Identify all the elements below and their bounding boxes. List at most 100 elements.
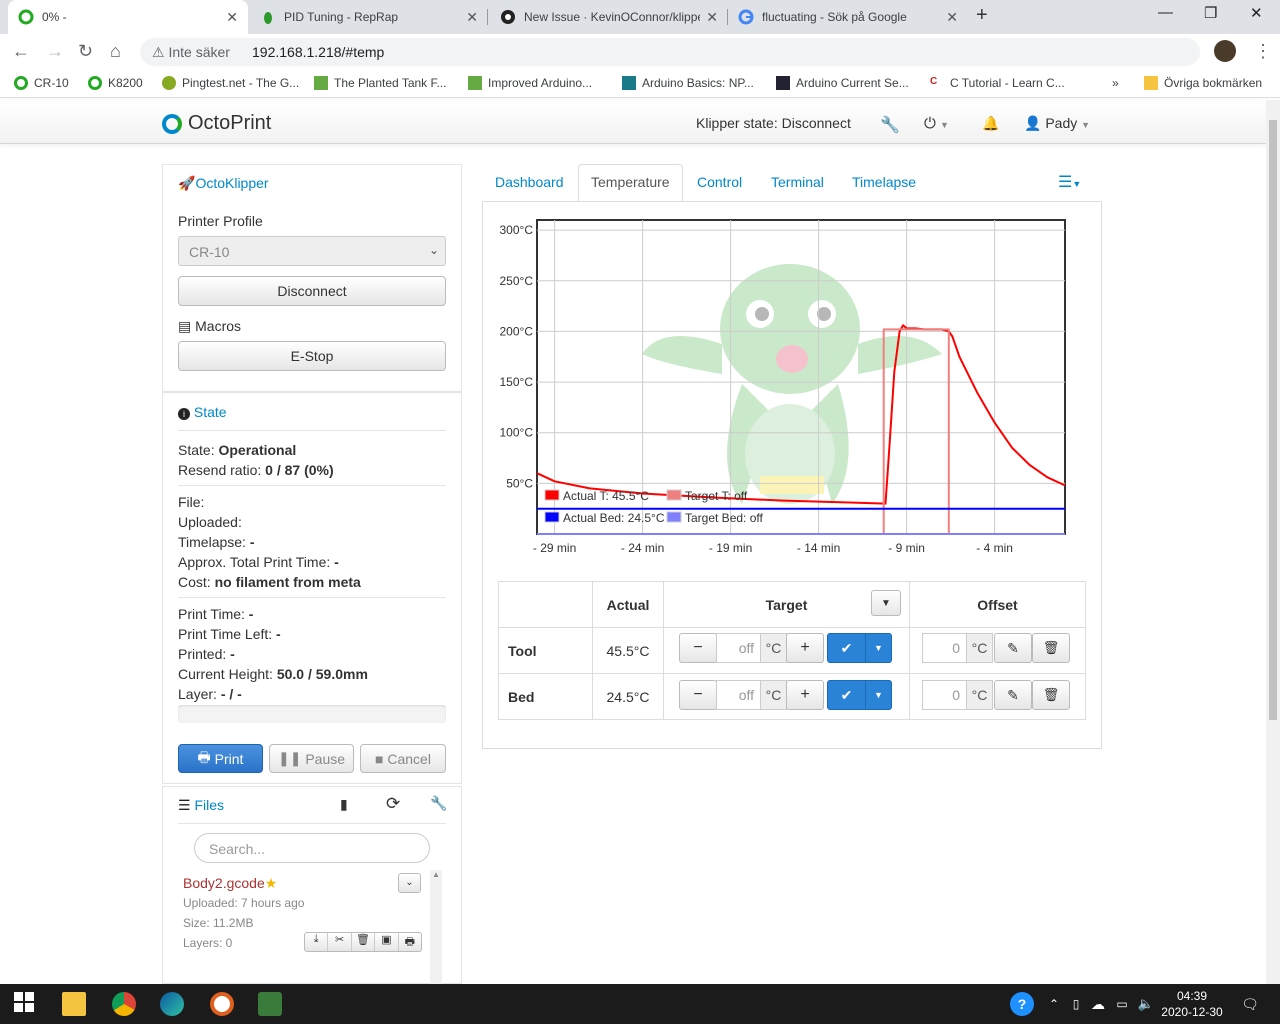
klipper-state[interactable]: Klipper state: Disconnect bbox=[696, 115, 851, 131]
bed-decrement-button[interactable]: − bbox=[679, 680, 717, 710]
network-icon[interactable]: ▭ bbox=[1110, 992, 1134, 1016]
close-icon[interactable]: ✕ bbox=[466, 9, 478, 26]
scrollbar-thumb[interactable] bbox=[1269, 120, 1277, 720]
bookmark-item[interactable]: The Planted Tank F... bbox=[314, 76, 447, 90]
bed-set-button[interactable]: ✔ bbox=[827, 680, 866, 710]
octoklipper-header[interactable]: 🚀OctoKlipper bbox=[178, 175, 269, 192]
brand-link[interactable]: OctoPrint bbox=[162, 112, 271, 135]
close-icon[interactable]: ✕ bbox=[946, 9, 958, 26]
other-bookmarks[interactable]: Övriga bokmärken bbox=[1144, 76, 1262, 90]
button-label: Pause bbox=[305, 750, 346, 767]
chrome-icon[interactable] bbox=[112, 992, 136, 1016]
trash-icon[interactable]: 🗑 bbox=[352, 933, 376, 951]
file-list-scrollbar[interactable]: ▲ bbox=[430, 870, 442, 984]
more-bookmarks-button[interactable]: » bbox=[1112, 76, 1119, 90]
close-icon[interactable]: ✕ bbox=[226, 9, 238, 26]
bell-icon[interactable]: 🔔 bbox=[982, 115, 999, 132]
reload-icon[interactable]: ↻ bbox=[78, 41, 93, 62]
power-menu[interactable]: ⏻ ▼ bbox=[924, 115, 949, 132]
download-icon[interactable]: ⤓ bbox=[305, 933, 329, 951]
wrench-icon[interactable]: 🔧 bbox=[430, 795, 447, 812]
bookmark-item[interactable]: CR-10 bbox=[14, 76, 69, 90]
files-header[interactable]: ☰ Files bbox=[178, 797, 224, 814]
back-icon[interactable]: ← bbox=[12, 41, 30, 62]
target-dropdown-button[interactable]: ▼ bbox=[871, 590, 901, 616]
tool-increment-button[interactable]: + bbox=[786, 633, 824, 663]
bookmark-item[interactable]: Improved Arduino... bbox=[468, 76, 592, 90]
file-menu-toggle[interactable]: ⌄ bbox=[398, 873, 421, 893]
tray-chevron-icon[interactable]: ⌃ bbox=[1042, 992, 1066, 1016]
tool-preset-dropdown[interactable]: ▼ bbox=[865, 633, 892, 663]
tab-timelapse[interactable]: Timelapse bbox=[852, 174, 916, 190]
forward-icon[interactable]: → bbox=[46, 41, 64, 62]
state-header[interactable]: i State bbox=[178, 404, 227, 420]
disconnect-button[interactable]: Disconnect bbox=[178, 276, 446, 306]
print-icon[interactable]: 🖶 bbox=[399, 933, 421, 951]
tab-terminal[interactable]: Terminal bbox=[771, 174, 824, 190]
tool-target-unit: °C bbox=[760, 633, 787, 663]
new-tab-button[interactable]: + bbox=[976, 4, 988, 27]
tab-control[interactable]: Control bbox=[697, 174, 742, 190]
pause-button[interactable]: ❚❚ Pause bbox=[269, 744, 354, 773]
bed-preset-dropdown[interactable]: ▼ bbox=[865, 680, 892, 710]
bookmark-item[interactable]: Pingtest.net - The G... bbox=[162, 76, 299, 90]
bed-increment-button[interactable]: + bbox=[786, 680, 824, 710]
url-text: 192.168.1.218/#temp bbox=[252, 44, 385, 60]
window-close-icon[interactable]: ✕ bbox=[1250, 4, 1263, 22]
cloud-icon[interactable]: ☁ bbox=[1086, 992, 1110, 1016]
slice-icon[interactable]: ✂ bbox=[328, 933, 352, 951]
user-menu[interactable]: 👤 Pady ▼ bbox=[1024, 115, 1090, 132]
close-icon[interactable]: ✕ bbox=[706, 9, 718, 26]
bed-target-input[interactable]: off bbox=[716, 680, 761, 710]
notifications-icon[interactable]: 🗨 bbox=[1238, 992, 1262, 1016]
refresh-icon[interactable]: ⟳ bbox=[386, 794, 400, 814]
taskbar-clock[interactable]: 04:39 2020-12-30 bbox=[1160, 988, 1224, 1020]
volume-icon[interactable]: 🔈 bbox=[1134, 992, 1158, 1016]
bed-offset-delete-button[interactable]: 🗑 bbox=[1032, 680, 1070, 710]
wrench-icon[interactable]: 🔧 bbox=[880, 115, 900, 135]
file-name[interactable]: Body2.gcode★ bbox=[183, 875, 277, 892]
app-icon[interactable] bbox=[210, 992, 234, 1016]
tool-target-input[interactable]: off bbox=[716, 633, 761, 663]
tabs-menu-icon[interactable]: ☰▼ bbox=[1058, 172, 1081, 192]
browser-tab[interactable]: PID Tuning - RepRap ✕ bbox=[250, 0, 488, 34]
load-icon[interactable]: ▣ bbox=[375, 933, 399, 951]
bookmark-item[interactable]: Arduino Current Se... bbox=[776, 76, 909, 90]
address-bar[interactable]: ⚠ Inte säker 192.168.1.218/#temp bbox=[140, 38, 1200, 66]
bookmark-item[interactable]: C C Tutorial - Learn C... bbox=[930, 76, 1065, 90]
print-button[interactable]: 🖶 Print bbox=[178, 744, 263, 773]
list-item[interactable]: Body2.gcode★ ⌄ Uploaded: 7 hours ago Siz… bbox=[178, 868, 428, 964]
tool-offset-edit-button[interactable]: ✎ bbox=[994, 633, 1032, 663]
cancel-button[interactable]: ■ Cancel bbox=[360, 744, 446, 773]
minimize-icon[interactable]: — bbox=[1158, 4, 1173, 21]
page-scrollbar[interactable] bbox=[1266, 100, 1280, 984]
bed-offset-edit-button[interactable]: ✎ bbox=[994, 680, 1032, 710]
bookmark-item[interactable]: K8200 bbox=[88, 76, 143, 90]
home-icon[interactable]: ⌂ bbox=[110, 41, 121, 62]
tool-set-button[interactable]: ✔ bbox=[827, 633, 866, 663]
sd-card-icon[interactable]: ▮ bbox=[340, 796, 348, 813]
app-icon[interactable] bbox=[258, 992, 282, 1016]
tool-offset-delete-button[interactable]: 🗑 bbox=[1032, 633, 1070, 663]
usb-icon[interactable]: ▯ bbox=[1064, 992, 1088, 1016]
file-explorer-icon[interactable] bbox=[62, 992, 86, 1016]
tool-decrement-button[interactable]: − bbox=[679, 633, 717, 663]
estop-button[interactable]: E-Stop bbox=[178, 341, 446, 371]
profile-avatar[interactable] bbox=[1214, 40, 1236, 62]
tab-temperature[interactable]: Temperature bbox=[591, 174, 670, 190]
help-icon[interactable]: ? bbox=[1010, 992, 1034, 1016]
menu-icon[interactable]: ⋮ bbox=[1254, 41, 1272, 62]
printer-profile-select[interactable]: CR-10 ⌄ bbox=[178, 236, 446, 266]
browser-tab[interactable]: New Issue · KevinOConnor/klipper ✕ bbox=[490, 0, 728, 34]
restore-icon[interactable]: ❐ bbox=[1204, 4, 1217, 22]
security-indicator[interactable]: ⚠ Inte säker bbox=[152, 44, 230, 61]
bookmark-item[interactable]: Arduino Basics: NP... bbox=[622, 76, 754, 90]
windows-start-icon[interactable] bbox=[14, 992, 38, 1016]
tab-dashboard[interactable]: Dashboard bbox=[495, 174, 564, 190]
browser-tab[interactable]: 0% - ✕ bbox=[8, 0, 248, 34]
files-search-input[interactable]: Search... bbox=[194, 833, 430, 863]
bed-offset-input[interactable]: 0 bbox=[922, 680, 967, 710]
browser-tab[interactable]: fluctuating - Sök på Google ✕ bbox=[728, 0, 968, 34]
tool-offset-input[interactable]: 0 bbox=[922, 633, 967, 663]
edge-icon[interactable] bbox=[160, 992, 184, 1016]
